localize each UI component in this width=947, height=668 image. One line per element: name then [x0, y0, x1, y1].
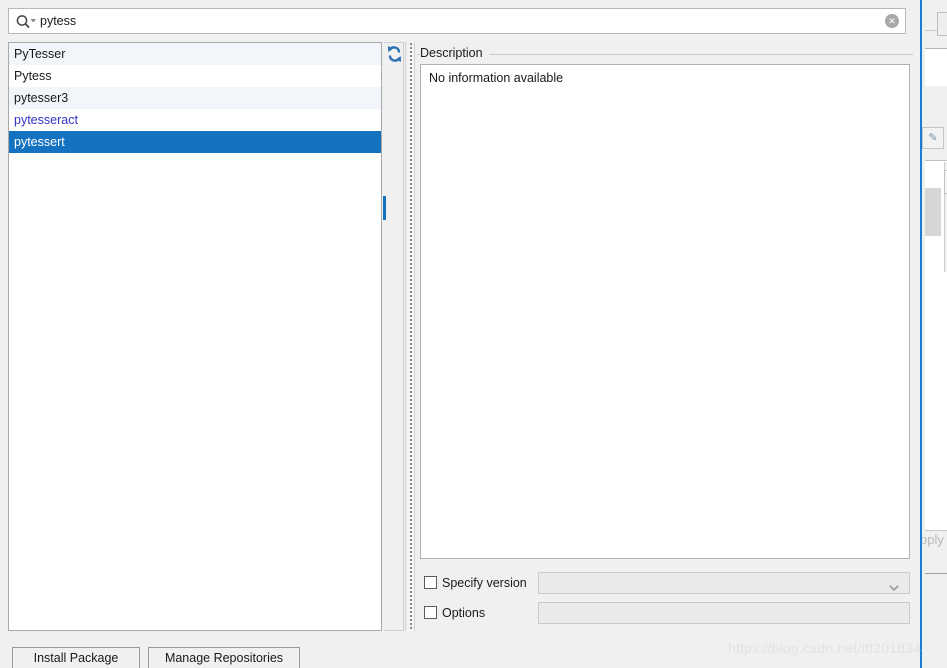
specify-version-label: Specify version: [442, 576, 527, 590]
install-package-button[interactable]: Install Package: [12, 647, 140, 668]
options-label: Options: [442, 606, 486, 620]
specify-version-checkbox[interactable]: [424, 576, 437, 589]
specify-version-row: Specify version: [420, 572, 910, 598]
options-input[interactable]: [538, 602, 910, 624]
description-legend-row: Description: [417, 46, 913, 62]
panel-splitter[interactable]: [405, 42, 415, 631]
clear-search-icon[interactable]: [885, 14, 899, 28]
search-bar[interactable]: [8, 8, 906, 34]
details-panel: Description No information available Spe…: [417, 42, 913, 631]
scroll-position-marker: [383, 196, 386, 220]
list-item[interactable]: pytesser3: [9, 87, 381, 109]
list-item[interactable]: Pytess: [9, 65, 381, 87]
chevron-down-icon: [889, 580, 899, 592]
manage-repositories-button[interactable]: Manage Repositories: [148, 647, 300, 668]
description-rule: [417, 54, 913, 55]
background-bottom-rule: [925, 573, 947, 574]
pencil-icon: ✎: [922, 127, 944, 149]
description-box: No information available: [420, 64, 910, 559]
background-small-field: [937, 12, 947, 36]
available-packages-dialog: PyTesser Pytess pytesser3 pytesseract py…: [0, 0, 922, 668]
description-label: Description: [420, 46, 489, 60]
refresh-icon[interactable]: [385, 43, 404, 65]
splitter-grip: [409, 42, 413, 631]
specify-version-dropdown[interactable]: [538, 572, 910, 594]
description-text: No information available: [429, 71, 564, 85]
options-checkbox[interactable]: [424, 606, 437, 619]
options-row: Options: [420, 602, 910, 628]
background-white-area: [925, 48, 947, 87]
description-group: Description No information available: [417, 42, 913, 562]
list-item-selected[interactable]: pytessert: [9, 131, 381, 153]
background-list-selection: [925, 188, 941, 236]
search-icon[interactable]: [15, 13, 37, 31]
package-list[interactable]: PyTesser Pytess pytesser3 pytesseract py…: [8, 42, 382, 631]
background-apply-label: pply: [920, 532, 944, 547]
refresh-column: [384, 42, 404, 631]
list-item[interactable]: PyTesser: [9, 43, 381, 65]
pencil-glyph: ✎: [928, 132, 938, 144]
list-item[interactable]: pytesseract: [9, 109, 381, 131]
search-input[interactable]: [40, 10, 870, 32]
